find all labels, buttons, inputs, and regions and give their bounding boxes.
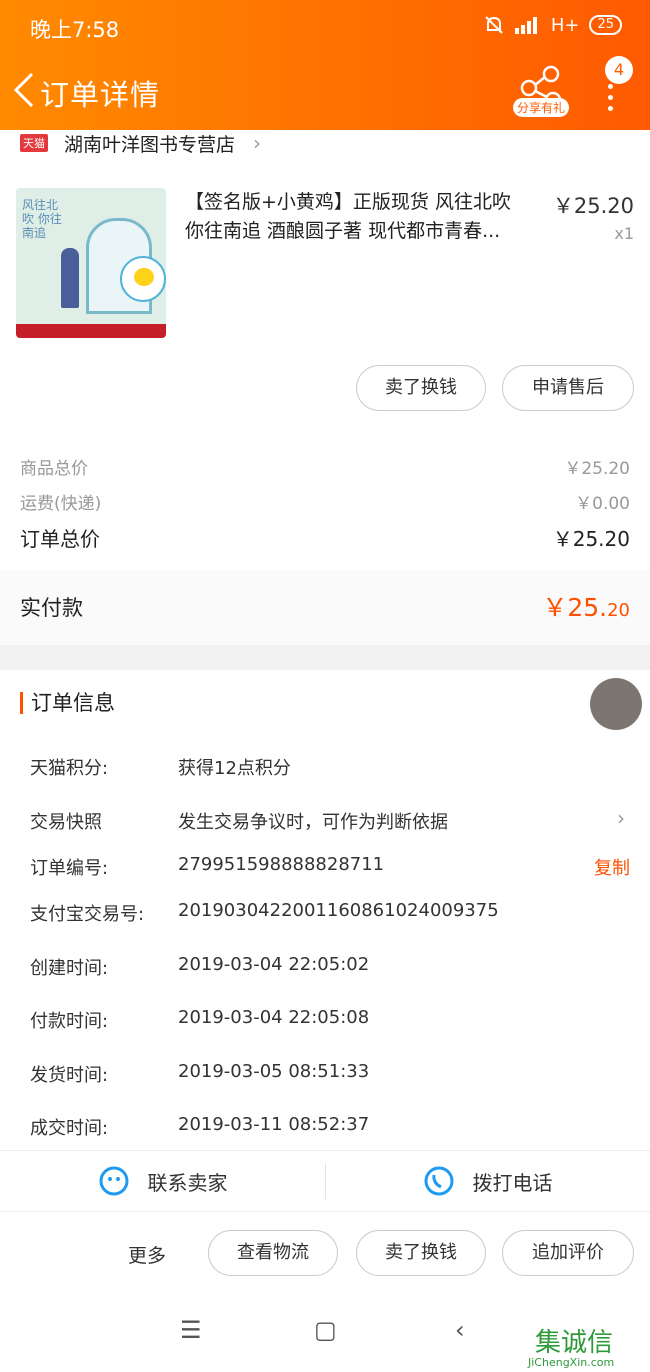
info-value: 2019030422001160861024009375 xyxy=(178,900,499,921)
shop-row[interactable]: 天猫 湖南叶洋图书专营店 › xyxy=(20,130,261,156)
resell-button[interactable]: 卖了换钱 xyxy=(356,1230,486,1276)
order-total-label: 订单总价 xyxy=(20,527,100,551)
share-reward-label[interactable]: 分享有礼 xyxy=(513,98,570,117)
paid-value-integer: ￥25. xyxy=(542,593,608,622)
tmall-badge: 天猫 xyxy=(20,134,48,152)
info-label: 创建时间: xyxy=(30,958,109,979)
info-label: 成交时间: xyxy=(30,1118,109,1139)
message-count-badge: 4 xyxy=(605,56,633,84)
battery-icon: 25 xyxy=(589,15,622,35)
info-value: 2019-03-11 08:52:37 xyxy=(178,1114,370,1135)
paid-value: ￥25.20 xyxy=(542,588,630,624)
product-name[interactable]: 【签名版+小黄鸡】正版现货 风往北吹 你往南追 酒酿圆子著 现代都市青春... xyxy=(185,188,535,246)
network-type: H+ xyxy=(550,14,580,36)
status-bar: 晚上7:58 H+ 25 xyxy=(0,0,650,55)
info-label: 发货时间: xyxy=(30,1065,109,1086)
watermark-url: JiChengXin.com xyxy=(528,1356,615,1369)
watermark-logo: 集诚信 xyxy=(535,1328,614,1358)
paid-amount-row: 实付款 ￥25.20 xyxy=(0,570,650,645)
order-item-card: 天猫 湖南叶洋图书专营店 › 风往北吹 你往南追 【签名版+小黄鸡】正版现货 风… xyxy=(0,130,650,645)
info-value: 279951598888828711 xyxy=(178,854,385,875)
view-logistics-button[interactable]: 查看物流 xyxy=(208,1230,338,1276)
info-label: 天猫积分: xyxy=(30,758,109,779)
call-button[interactable]: 拨打电话 xyxy=(325,1151,650,1211)
home-square-icon[interactable]: ▢ xyxy=(314,1316,337,1344)
info-value: 发生交易争议时，可作为判断依据 xyxy=(178,812,448,833)
info-value: 获得12点积分 xyxy=(178,758,291,779)
cover-girl-art xyxy=(61,248,79,308)
app-header: 晚上7:58 H+ 25 订单详情 分享有礼 4 xyxy=(0,0,650,130)
product-price: ￥25.20 xyxy=(552,194,634,218)
status-time: 晚上7:58 xyxy=(30,18,120,42)
info-label: 支付宝交易号: xyxy=(30,904,145,925)
info-label: 付款时间: xyxy=(30,1011,109,1032)
nav-bar: 订单详情 分享有礼 4 xyxy=(0,56,650,120)
goods-total-row: 商品总价 ￥25.20 xyxy=(20,454,630,479)
info-label: 订单编号: xyxy=(30,858,109,879)
product-cover-image[interactable]: 风往北吹 你往南追 xyxy=(16,188,166,338)
back-arrow-icon[interactable] xyxy=(10,70,40,110)
contact-seller-label: 联系卖家 xyxy=(147,1170,228,1195)
resell-button[interactable]: 卖了换钱 xyxy=(356,365,486,411)
bottom-action-bar: 更多 查看物流 卖了换钱 追加评价 xyxy=(0,1211,650,1294)
info-value: 2019-03-05 08:51:33 xyxy=(178,1061,370,1082)
info-label: 交易快照 xyxy=(30,812,102,833)
chat-face-icon xyxy=(99,1166,128,1196)
page-title: 订单详情 xyxy=(40,78,161,112)
contact-bar: 联系卖家 拨打电话 xyxy=(0,1150,650,1211)
shipping-row: 运费(快递) ￥0.00 xyxy=(20,489,630,514)
goods-total-label: 商品总价 xyxy=(20,459,88,479)
status-icons: H+ 25 xyxy=(483,14,622,36)
shipping-value: ￥0.00 xyxy=(575,494,630,514)
back-icon[interactable]: ‹ xyxy=(455,1316,465,1344)
cover-band xyxy=(16,324,166,338)
order-info-title: 订单信息 xyxy=(20,692,115,714)
paid-label: 实付款 xyxy=(20,596,83,620)
order-total-value: ￥25.20 xyxy=(552,527,630,551)
mute-bell-icon xyxy=(485,16,503,34)
add-review-button[interactable]: 追加评价 xyxy=(502,1230,634,1276)
chick-hairclip-icon xyxy=(120,256,166,302)
info-value: 2019-03-04 22:05:02 xyxy=(178,954,370,975)
cover-title: 风往北吹 你往南追 xyxy=(22,198,62,240)
chevron-right-icon: › xyxy=(617,806,625,830)
after-sale-button[interactable]: 申请售后 xyxy=(502,365,634,411)
phone-icon xyxy=(424,1166,453,1196)
signal-icon xyxy=(514,17,537,34)
paid-value-decimal: 20 xyxy=(607,600,630,621)
product-quantity: x1 xyxy=(614,224,634,243)
chevron-right-icon: › xyxy=(253,131,262,155)
goods-total-value: ￥25.20 xyxy=(564,459,630,479)
copy-button[interactable]: 复制 xyxy=(594,854,630,880)
shop-name[interactable]: 湖南叶洋图书专营店 xyxy=(64,130,235,157)
info-value: 2019-03-04 22:05:08 xyxy=(178,1007,370,1028)
order-info-section: 订单信息 天猫积分: 获得12点积分 交易快照 发生交易争议时，可作为判断依据 … xyxy=(0,670,650,1150)
order-total-row: 订单总价 ￥25.20 xyxy=(20,523,630,552)
call-label: 拨打电话 xyxy=(472,1170,553,1195)
contact-seller-button[interactable]: 联系卖家 xyxy=(0,1151,325,1211)
menu-icon[interactable]: ☰ xyxy=(180,1316,202,1344)
shipping-label: 运费(快递) xyxy=(20,494,102,514)
avatar[interactable] xyxy=(590,678,642,730)
more-button[interactable]: 更多 xyxy=(128,1241,166,1268)
more-menu-icon[interactable] xyxy=(603,78,617,118)
